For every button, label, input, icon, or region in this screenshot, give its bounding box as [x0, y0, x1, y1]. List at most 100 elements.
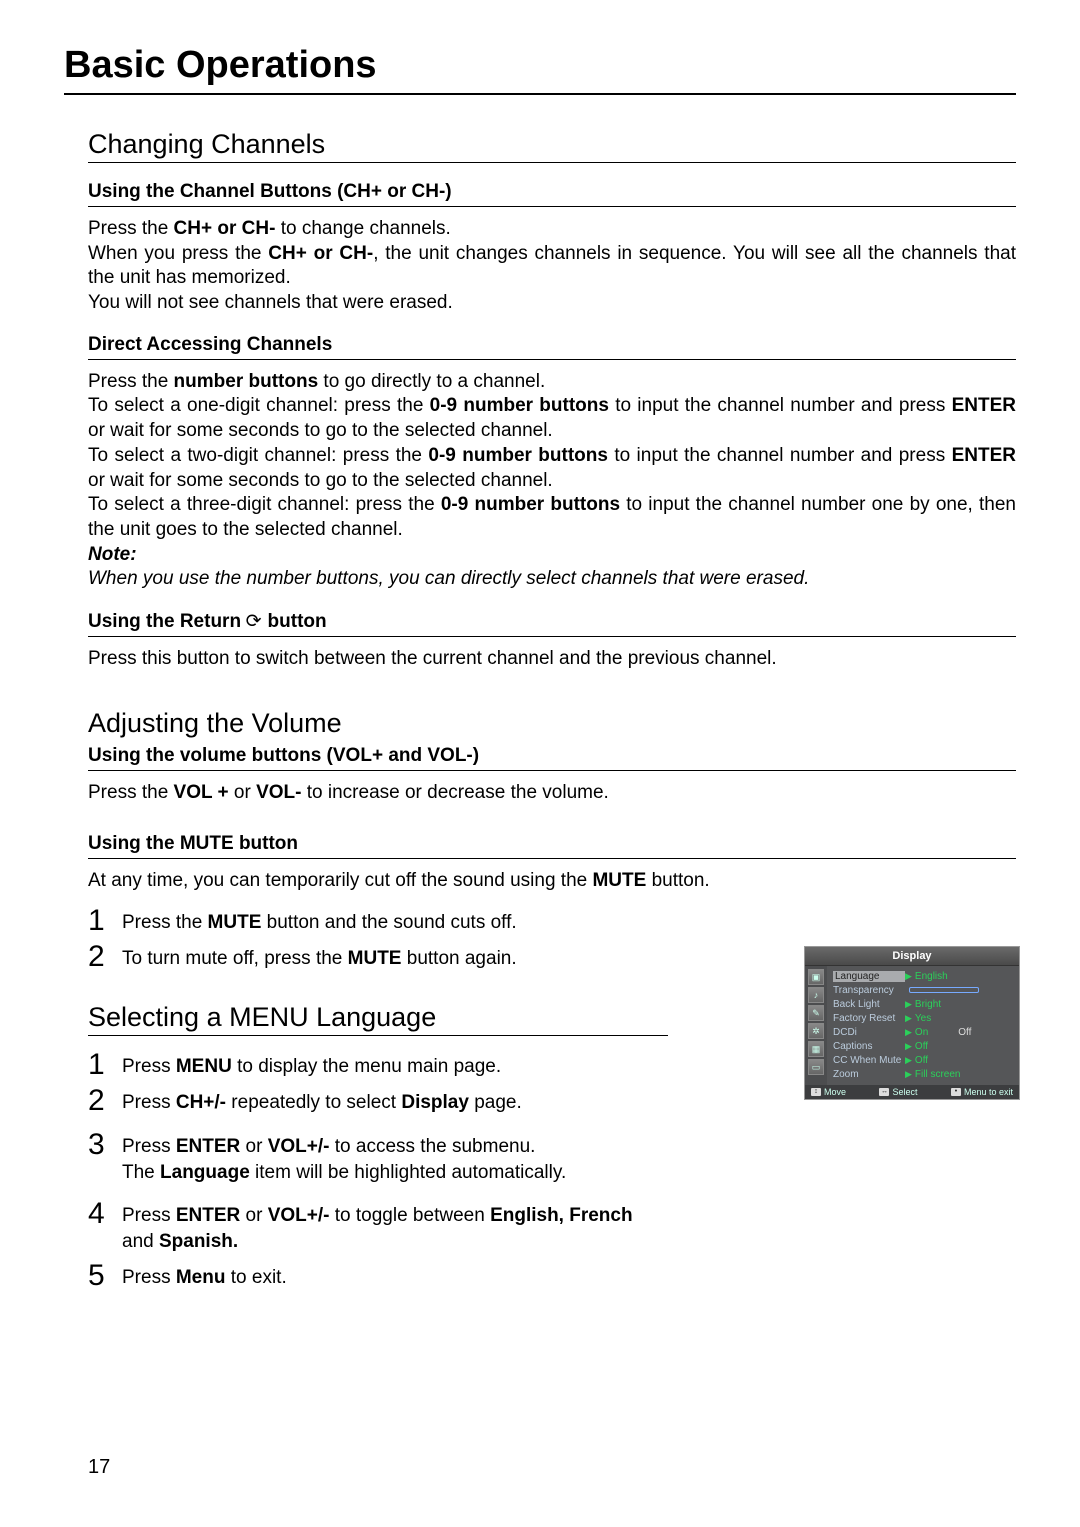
text-bold: VOL+/- — [268, 1136, 330, 1157]
play-icon: ▶ — [905, 999, 912, 1010]
osd-row: Back Light▶Bright — [833, 997, 1013, 1011]
text: Press — [122, 1267, 176, 1288]
text-bold: ENTER — [952, 445, 1016, 466]
list-item: 1 Press the MUTE button and the sound cu… — [88, 906, 1016, 936]
osd-tab-icon: ♪ — [808, 987, 824, 1003]
step-text: Press ENTER or VOL+/- to toggle between … — [122, 1199, 668, 1254]
text: Press the — [88, 371, 174, 392]
text: or wait for some seconds to go to the se… — [88, 420, 553, 441]
osd-footer-menu-exit: •Menu to exit — [951, 1087, 1013, 1097]
list-item: 4 Press ENTER or VOL+/- to toggle betwee… — [88, 1199, 668, 1254]
list-item: 1 Press MENU to display the menu main pa… — [88, 1050, 668, 1080]
para: To select a three-digit channel: press t… — [88, 493, 1016, 542]
step-text: Press Menu to exit. — [122, 1261, 287, 1291]
osd-row-key: Captions — [833, 1041, 905, 1052]
keycap-icon: • — [951, 1088, 961, 1096]
text-bold: number buttons — [174, 371, 319, 392]
menu-lang-steps: 1 Press MENU to display the menu main pa… — [88, 1050, 668, 1291]
text-bold: VOL + — [174, 782, 229, 803]
osd-tab-icons: ▣ ♪ ✎ ✲ ▦ ▭ — [805, 966, 827, 1085]
osd-row-key: CC When Mute — [833, 1055, 905, 1066]
text-bold: MUTE — [208, 912, 262, 933]
text-bold: 0-9 number buttons — [428, 445, 608, 466]
osd-row: Transparency — [833, 983, 1013, 997]
osd-tab-icon: ▭ — [808, 1059, 824, 1075]
text: To turn mute off, press the — [122, 948, 348, 969]
osd-row-key: Zoom — [833, 1069, 905, 1080]
osd-row-value: Fill screen — [915, 1069, 961, 1080]
osd-slider — [909, 987, 979, 993]
step-text: To turn mute off, press the MUTE button … — [122, 942, 517, 972]
step-number: 1 — [88, 1050, 122, 1080]
text-bold: VOL+/- — [268, 1205, 330, 1226]
para: You will not see channels that were eras… — [88, 291, 1016, 316]
step-number: 5 — [88, 1261, 122, 1291]
text: To select a two-digit channel: press the — [88, 445, 428, 466]
osd-row: Factory Reset▶Yes — [833, 1011, 1013, 1025]
osd-row-key: Language — [833, 971, 905, 982]
note-label: Note: — [88, 544, 137, 565]
step-number: 2 — [88, 1086, 122, 1116]
step-text: Press the MUTE button and the sound cuts… — [122, 906, 517, 936]
osd-row-value: Yes — [915, 1013, 931, 1024]
text: Press — [122, 1092, 176, 1113]
osd-title: Display — [805, 947, 1019, 966]
text-bold: ENTER — [952, 395, 1016, 416]
play-icon: ▶ — [905, 1013, 912, 1024]
text: Using the Return — [88, 611, 241, 632]
note-body: When you use the number buttons, you can… — [88, 568, 809, 589]
play-icon: ▶ — [905, 1055, 912, 1066]
text: or — [240, 1136, 267, 1157]
keycap-icon: ↔ — [879, 1088, 889, 1096]
text-bold: Display — [401, 1092, 469, 1113]
text: button again. — [401, 948, 516, 969]
osd-row-extra: Off — [958, 1027, 971, 1038]
subhead-direct-access: Direct Accessing Channels — [88, 334, 1016, 356]
text: To select a three-digit channel: press t… — [88, 494, 441, 515]
subhead-mute: Using the MUTE button — [88, 833, 1016, 855]
subhead-rule — [88, 770, 1016, 771]
para: Press the CH+ or CH- to change channels. — [88, 217, 1016, 242]
text: The — [122, 1162, 160, 1183]
text-bold: MUTE — [592, 870, 646, 891]
text-bold: 0-9 number buttons — [441, 494, 620, 515]
text: Press — [122, 1136, 176, 1157]
text: to change channels. — [275, 218, 450, 239]
text: At any time, you can temporarily cut off… — [88, 870, 592, 891]
note: Note: When you use the number buttons, y… — [88, 543, 1016, 592]
step-number: 2 — [88, 942, 122, 972]
osd-row-key: Back Light — [833, 999, 905, 1010]
text: Press the — [88, 218, 174, 239]
step-number: 4 — [88, 1199, 122, 1229]
text: button — [268, 611, 327, 632]
osd-row-value: Bright — [915, 999, 941, 1010]
list-item: 3 Press ENTER or VOL+/- to access the su… — [88, 1130, 668, 1185]
text: Press — [122, 1205, 176, 1226]
text-bold: Language — [160, 1162, 250, 1183]
return-icon: ⟲ — [246, 610, 262, 633]
text: When you press the — [88, 243, 268, 264]
text: To select a one-digit channel: press the — [88, 395, 430, 416]
osd-footer: ↕Move ↔Select •Menu to exit — [805, 1085, 1019, 1099]
text: to input the channel number and press — [609, 395, 952, 416]
osd-tab-icon: ▣ — [808, 969, 824, 985]
text: button. — [646, 870, 709, 891]
text: page. — [469, 1092, 522, 1113]
text: to display the menu main page. — [232, 1056, 501, 1077]
osd-row-key: Factory Reset — [833, 1013, 905, 1024]
step-number: 3 — [88, 1130, 122, 1160]
para: At any time, you can temporarily cut off… — [88, 869, 1016, 894]
text: to go directly to a channel. — [318, 371, 545, 392]
list-item: 2 Press CH+/- repeatedly to select Displ… — [88, 1086, 668, 1116]
osd-row: Language▶English — [833, 969, 1013, 983]
subhead-rule — [88, 206, 1016, 207]
text: to increase or decrease the volume. — [301, 782, 608, 803]
text: button and the sound cuts off. — [261, 912, 516, 933]
text: Press the — [88, 782, 174, 803]
play-icon: ▶ — [905, 1069, 912, 1080]
osd-rows: Language▶EnglishTransparencyBack Light▶B… — [827, 966, 1019, 1085]
osd-footer-select: ↔Select — [879, 1087, 917, 1097]
osd-row: Zoom▶Fill screen — [833, 1067, 1013, 1081]
para: Press the VOL + or VOL- to increase or d… — [88, 781, 1016, 806]
text: to exit. — [225, 1267, 286, 1288]
